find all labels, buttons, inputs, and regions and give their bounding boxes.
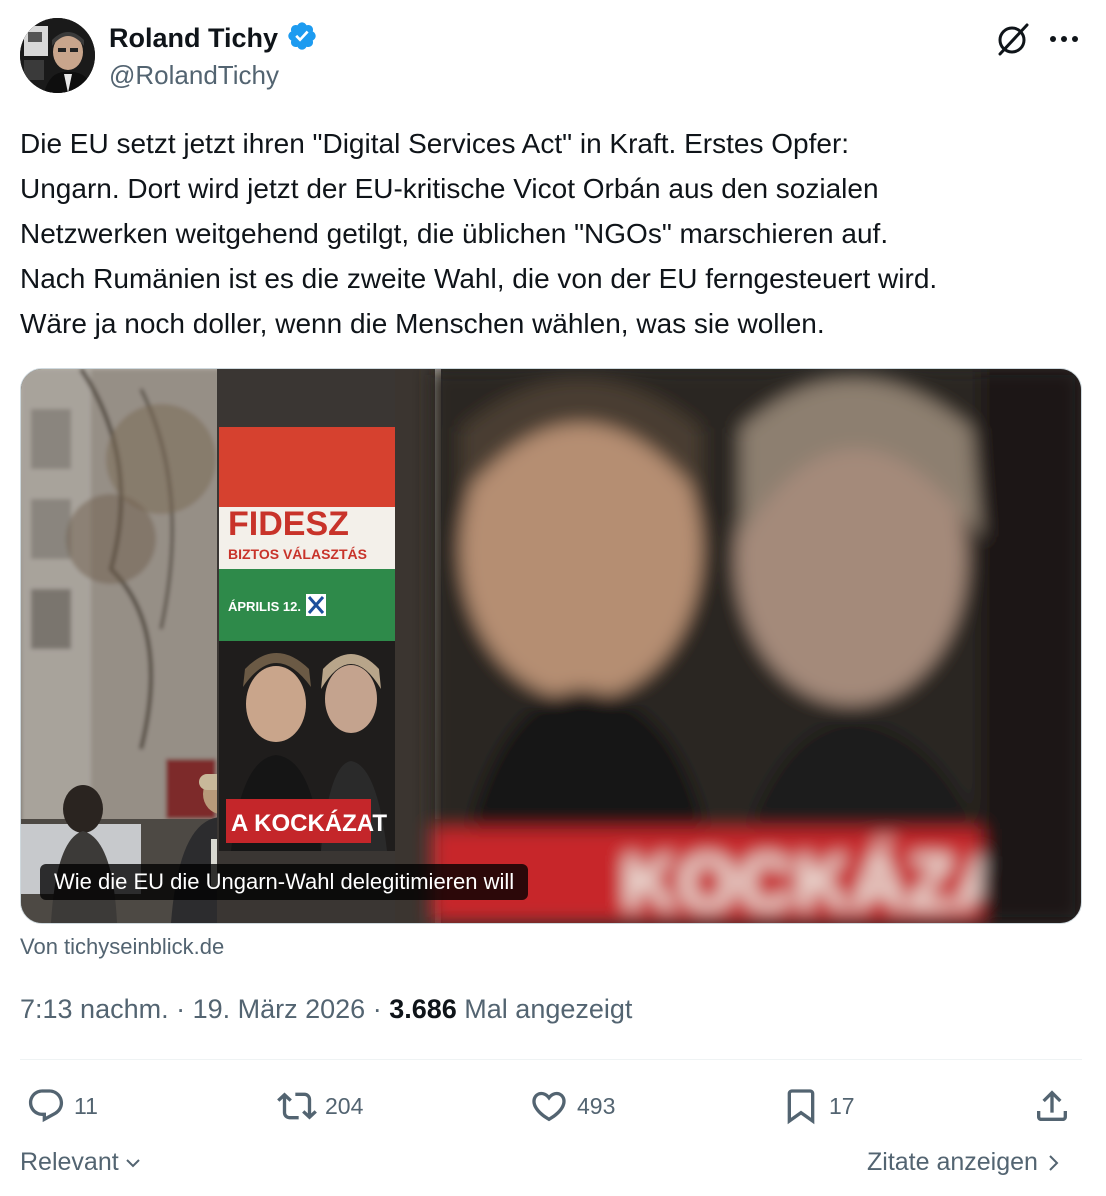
share-button[interactable] xyxy=(1032,1084,1072,1128)
grok-icon xyxy=(998,23,1029,56)
tweet-meta: 7:13 nachm. · 19. März 2026 · 3.686 Mal … xyxy=(20,994,632,1025)
sort-label: Relevant xyxy=(20,1148,119,1176)
reply-button[interactable]: 11 xyxy=(26,1084,98,1128)
poster-date-text: ÁPRILIS 12. xyxy=(228,599,301,614)
more-options-button[interactable] xyxy=(1044,20,1084,58)
views-label: Mal angezeigt xyxy=(464,994,633,1024)
sort-replies-dropdown[interactable]: Relevant xyxy=(20,1148,143,1177)
tweet-time[interactable]: 7:13 nachm. xyxy=(20,994,169,1024)
avatar[interactable] xyxy=(20,18,95,93)
quotes-label: Zitate anzeigen xyxy=(867,1148,1038,1176)
like-count: 493 xyxy=(577,1092,616,1119)
poster-banner-text: A KOCKÁZAT xyxy=(231,809,387,837)
author-row: Roland Tichy xyxy=(109,20,318,56)
chevron-down-icon xyxy=(125,1158,140,1167)
tweet-text: Die EU setzt jetzt ihren "Digital Servic… xyxy=(20,128,938,339)
like-button[interactable]: 493 xyxy=(529,1084,615,1128)
grok-button[interactable] xyxy=(994,20,1032,58)
author-handle[interactable]: @RolandTichy xyxy=(109,60,279,91)
card-image: FIDESZ BIZTOS VÁLASZTÁS ÁPRILIS 12. A KO… xyxy=(21,369,1081,923)
repost-count: 204 xyxy=(325,1092,364,1119)
views-count: 3.686 xyxy=(389,994,457,1024)
view-quotes-link[interactable]: Zitate anzeigen xyxy=(867,1148,1062,1177)
poster-slogan-text: BIZTOS VÁLASZTÁS xyxy=(228,546,367,562)
author-name[interactable]: Roland Tichy xyxy=(109,23,278,54)
tweet-date[interactable]: 19. März 2026 xyxy=(193,994,366,1024)
more-dots-icon xyxy=(1050,36,1078,42)
bookmark-count: 17 xyxy=(829,1092,855,1119)
divider xyxy=(20,1059,1082,1060)
chevron-right-icon xyxy=(1049,1154,1059,1171)
poster-party-text: FIDESZ xyxy=(228,505,349,543)
avatar-image xyxy=(20,18,95,93)
card-caption: Wie die EU die Ungarn-Wahl delegitimiere… xyxy=(40,864,529,900)
reply-icon xyxy=(28,1089,64,1123)
link-card[interactable]: FIDESZ BIZTOS VÁLASZTÁS ÁPRILIS 12. A KO… xyxy=(20,368,1082,924)
meta-separator: · xyxy=(365,994,390,1024)
heart-icon xyxy=(532,1091,566,1122)
meta-separator: · xyxy=(168,994,193,1024)
card-source[interactable]: Von tichyseinblick.de xyxy=(20,934,224,960)
bookmark-button[interactable]: 17 xyxy=(781,1084,855,1128)
share-icon xyxy=(1037,1090,1067,1121)
reply-count: 11 xyxy=(74,1092,98,1119)
repost-button[interactable]: 204 xyxy=(277,1084,363,1128)
repost-icon xyxy=(277,1092,317,1120)
bookmark-icon xyxy=(787,1089,815,1125)
verified-badge-icon xyxy=(286,20,318,57)
